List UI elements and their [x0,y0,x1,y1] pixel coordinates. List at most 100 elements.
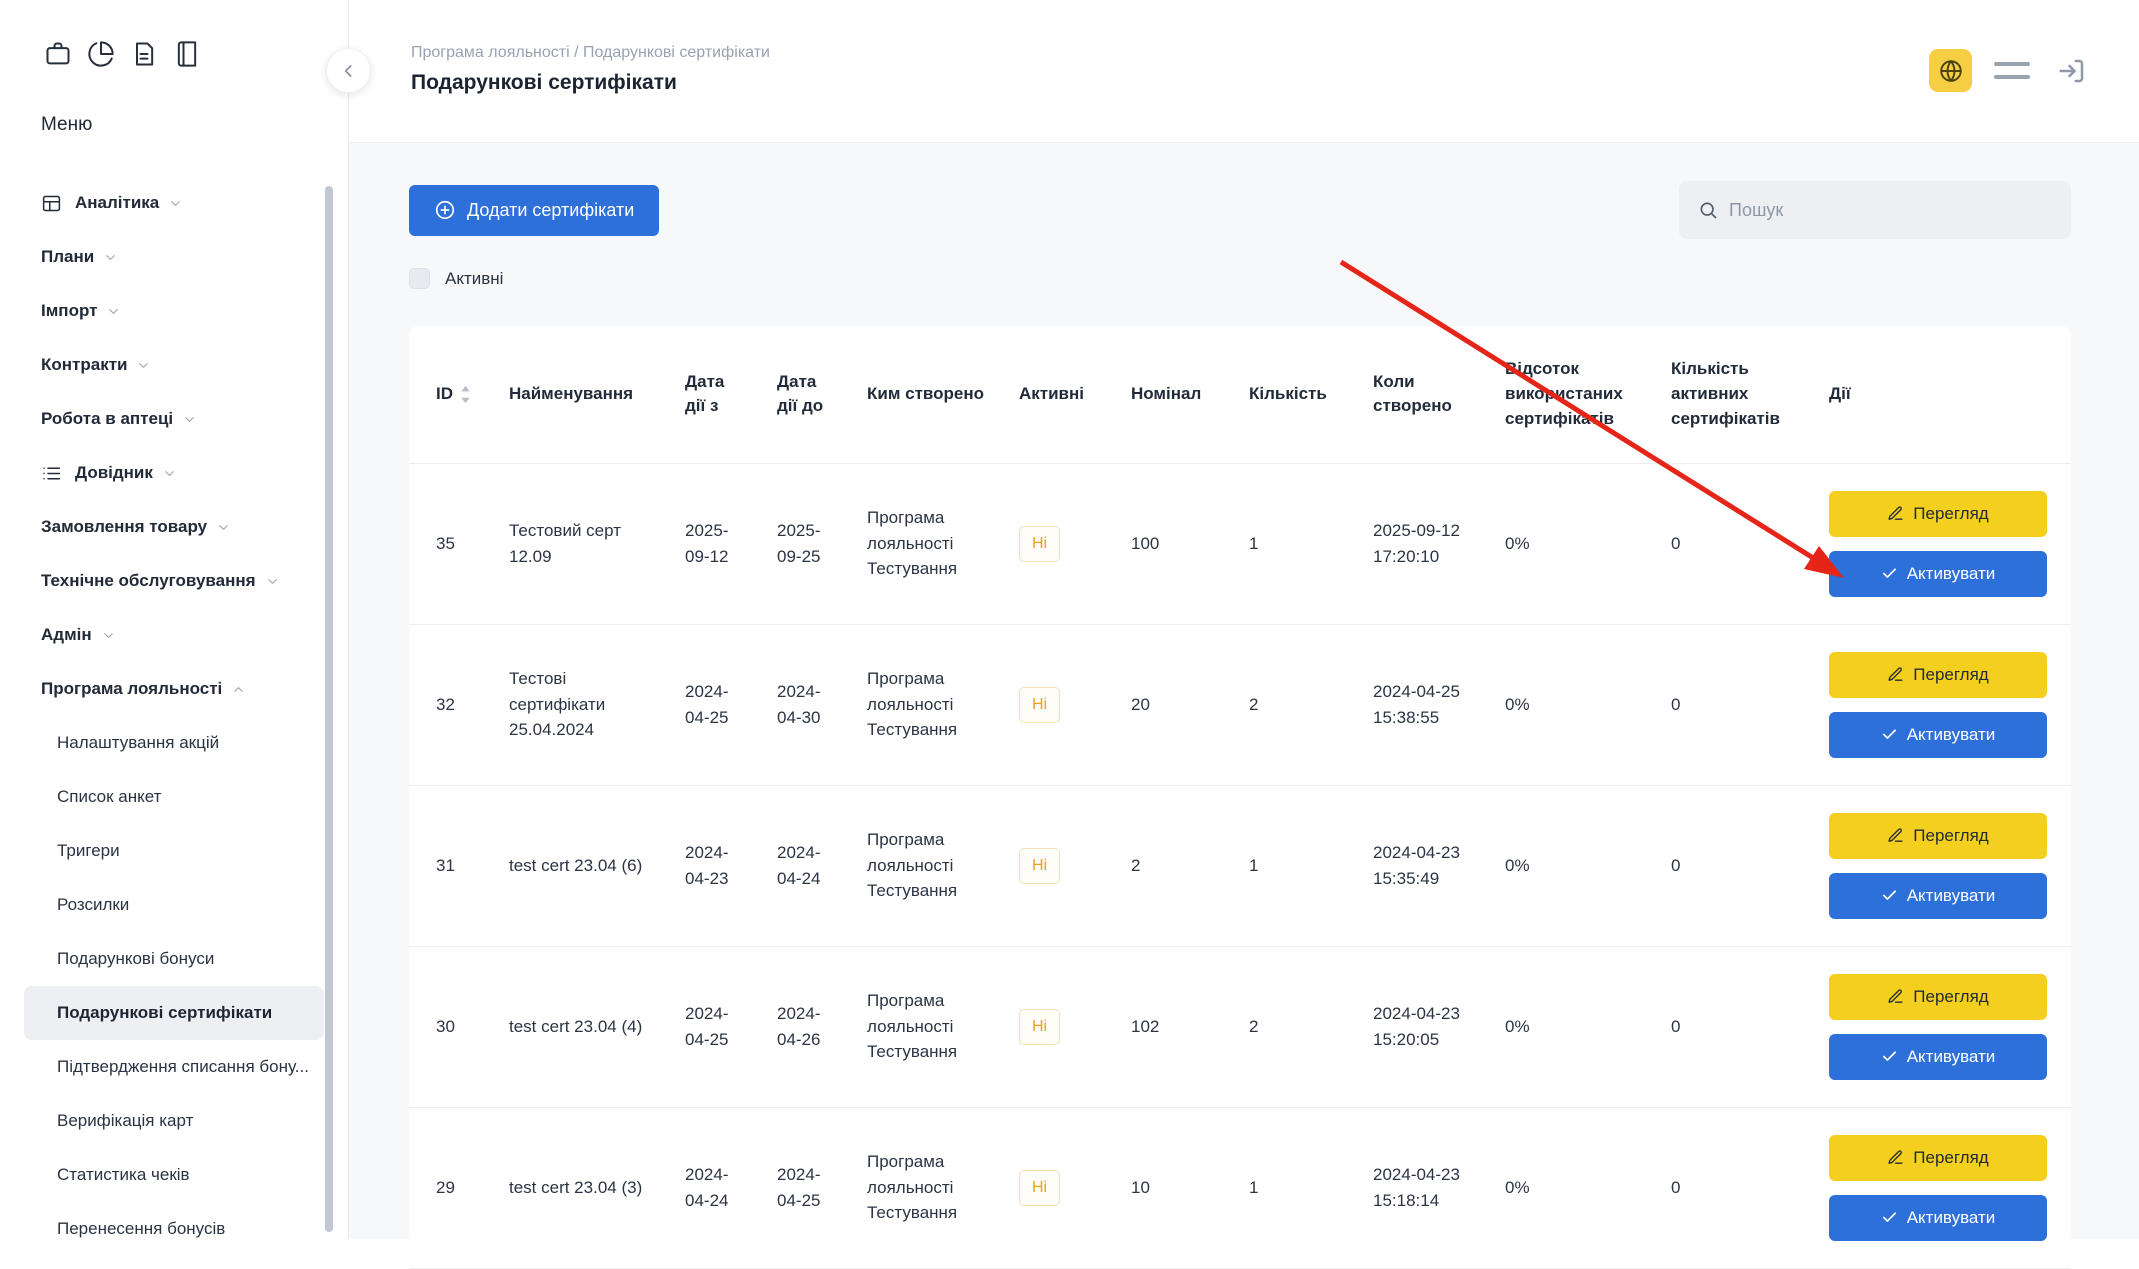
plus-circle-icon [434,199,456,221]
sort-icon[interactable] [460,386,471,403]
table-row: 35Тестовий серт 12.092025-09-122025-09-2… [409,463,2071,624]
collapse-sidebar-button[interactable] [326,48,371,93]
sidebar-subitem[interactable]: Подарункові бонуси [24,932,324,986]
sidebar-item-label: Імпорт [41,301,97,321]
pie-chart-icon[interactable] [87,40,115,68]
sidebar-item[interactable]: Аналітика [0,176,348,230]
sidebar-subitem[interactable]: Налаштування акцій [24,716,324,770]
chevron-down-icon [101,628,116,643]
sidebar-item-label: Плани [41,247,94,267]
sidebar-item[interactable]: Адмін [0,608,348,662]
sidebar-item[interactable]: Імпорт [0,284,348,338]
active-badge: Ні [1019,526,1060,562]
active-filter-checkbox[interactable] [409,268,430,289]
cell-used-percent: 0% [1489,1107,1655,1268]
sidebar-subitem[interactable]: Розсилки [24,878,324,932]
cell-nominal: 10 [1115,1107,1233,1268]
cell-created-at: 2024-04-25 15:38:55 [1357,624,1489,785]
cell-name: test cert 23.04 (3) [493,1107,669,1268]
cell-active: Ні [1003,1107,1115,1268]
column-header: Номінал [1115,326,1233,463]
sidebar-item-label: Адмін [41,625,92,645]
view-button[interactable]: Перегляд [1829,813,2047,859]
table-row: 29test cert 23.04 (3)2024-04-242024-04-2… [409,1107,2071,1268]
cell-created-at: 2024-04-23 15:20:05 [1357,946,1489,1107]
cell-active: Ні [1003,463,1115,624]
cell-created-by: Програма лояльності Тестування [851,624,1003,785]
column-header[interactable]: ID [409,326,493,463]
logout-button[interactable] [2052,51,2092,91]
sidebar-item[interactable]: Робота в аптеці [0,392,348,446]
activate-button-label: Активувати [1907,1047,1996,1067]
check-icon [1881,1048,1898,1065]
cell-active-certs: 0 [1655,946,1813,1107]
cell-actions: Перегляд Активувати [1813,463,2071,624]
search-icon [1698,200,1718,220]
certificates-table-card: IDНайменуванняДата дії зДата дії доКим с… [409,326,2071,1269]
cell-actions: Перегляд Активувати [1813,1107,2071,1268]
sidebar-subitem[interactable]: Тригери [24,824,324,878]
sidebar-item[interactable]: Технічне обслуговування [0,554,348,608]
cell-created-by: Програма лояльності Тестування [851,463,1003,624]
activate-button-label: Активувати [1907,725,1996,745]
activate-button[interactable]: Активувати [1829,873,2047,919]
cell-date-to: 2024-04-26 [761,946,851,1107]
chevron-down-icon [168,196,183,211]
sidebar-item-label: Контракти [41,355,127,375]
cell-active: Ні [1003,785,1115,946]
hamburger-menu-button[interactable] [1994,49,2030,92]
sidebar-subitem[interactable]: Верифікація карт [24,1094,324,1148]
view-button-label: Перегляд [1913,1148,1988,1168]
sidebar-item[interactable]: Довідник [0,446,348,500]
view-button[interactable]: Перегляд [1829,1135,2047,1181]
briefcase-icon[interactable] [44,40,72,68]
cell-id: 29 [409,1107,493,1268]
sidebar-subitem[interactable]: Подарункові сертифікати [24,986,324,1040]
search-input[interactable] [1729,200,2052,221]
cell-quantity: 2 [1233,946,1357,1107]
sidebar-scrollbar[interactable] [325,186,333,1232]
sidebar-item[interactable]: Контракти [0,338,348,392]
column-header: Ким створено [851,326,1003,463]
sidebar-item[interactable]: Плани [0,230,348,284]
sidebar-top-icons [0,0,348,68]
view-button[interactable]: Перегляд [1829,652,2047,698]
book-icon[interactable] [173,40,201,68]
sidebar-item-label: Робота в аптеці [41,409,173,429]
document-icon[interactable] [130,40,158,68]
view-button[interactable]: Перегляд [1829,974,2047,1020]
cell-date-from: 2025-09-12 [669,463,761,624]
activate-button[interactable]: Активувати [1829,712,2047,758]
cell-created-by: Програма лояльності Тестування [851,1107,1003,1268]
sidebar-item[interactable]: Замовлення товару [0,500,348,554]
chevron-up-icon [231,682,246,697]
table-row: 31test cert 23.04 (6)2024-04-232024-04-2… [409,785,2071,946]
cell-id: 30 [409,946,493,1107]
logout-icon [2057,56,2087,86]
cell-actions: Перегляд Активувати [1813,946,2071,1107]
sidebar-subitem[interactable]: Статистика чеків [24,1148,324,1202]
active-badge: Ні [1019,687,1060,723]
add-certificates-button[interactable]: Додати сертифікати [409,185,659,236]
activate-button[interactable]: Активувати [1829,1034,2047,1080]
activate-button[interactable]: Активувати [1829,1195,2047,1241]
view-button[interactable]: Перегляд [1829,491,2047,537]
view-button-label: Перегляд [1913,504,1988,524]
active-filter: Активні [409,268,503,289]
main-area: Програма лояльності / Подарункові сертиф… [349,0,2139,1239]
activate-button[interactable]: Активувати [1829,551,2047,597]
sidebar-subitem[interactable]: Список анкет [24,770,324,824]
cell-date-to: 2025-09-25 [761,463,851,624]
search-box [1679,181,2071,239]
sidebar-subitem[interactable]: Підтвердження списання бону... [24,1040,324,1094]
cell-quantity: 2 [1233,624,1357,785]
sidebar-subitem[interactable]: Перенесення бонусів [24,1202,324,1239]
chevron-down-icon [265,574,280,589]
language-button[interactable] [1929,49,1972,92]
sidebar-item[interactable]: Програма лояльності [0,662,348,716]
cell-nominal: 102 [1115,946,1233,1107]
cell-nominal: 100 [1115,463,1233,624]
column-header: Активні [1003,326,1115,463]
cell-quantity: 1 [1233,1107,1357,1268]
content-area: Додати сертифікати Активні [349,143,2139,1269]
